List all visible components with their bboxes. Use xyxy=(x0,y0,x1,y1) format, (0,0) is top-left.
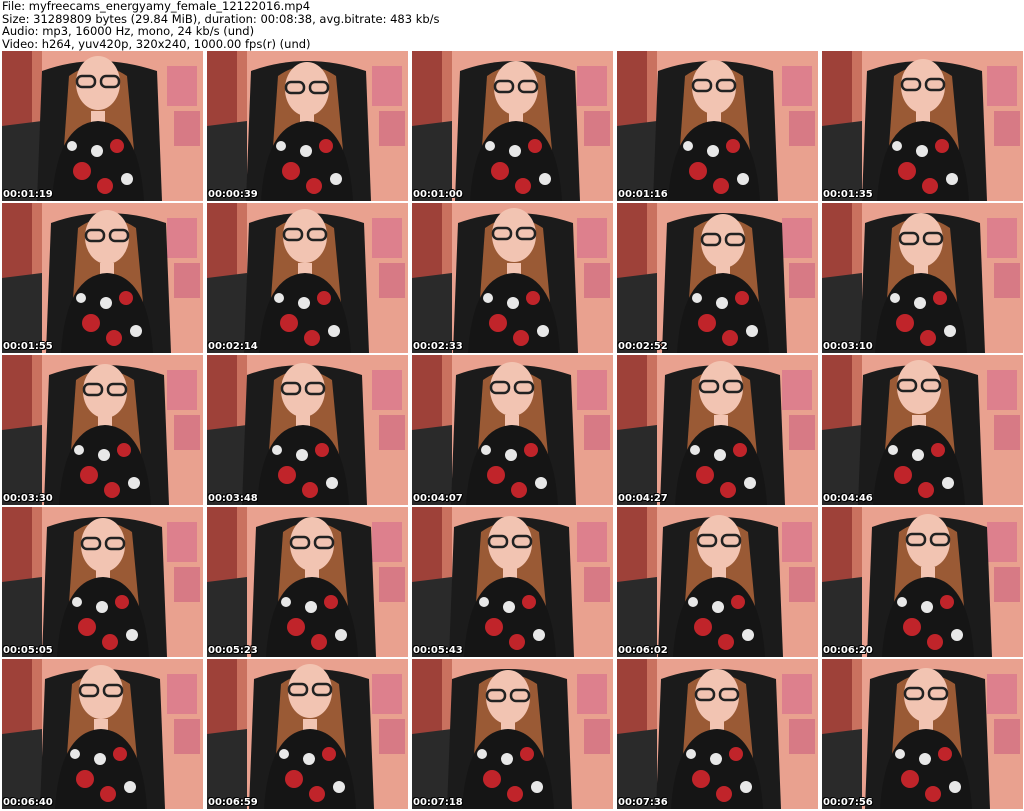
webcam-frame-image xyxy=(412,203,613,353)
webcam-frame-image xyxy=(822,355,1023,505)
webcam-frame-image xyxy=(822,203,1023,353)
frame-timestamp: 00:01:55 xyxy=(3,341,53,352)
video-thumbnail: 00:01:35 xyxy=(822,51,1023,201)
frame-timestamp: 00:06:40 xyxy=(3,797,53,808)
webcam-frame-image xyxy=(2,51,203,201)
webcam-frame-image xyxy=(412,355,613,505)
frame-timestamp: 00:07:56 xyxy=(823,797,873,808)
webcam-frame-image xyxy=(412,51,613,201)
video-thumbnail: 00:07:18 xyxy=(412,659,613,809)
video-thumbnail: 00:05:05 xyxy=(2,507,203,657)
video-thumbnail: 00:02:52 xyxy=(617,203,818,353)
frame-timestamp: 00:07:36 xyxy=(618,797,668,808)
frame-timestamp: 00:03:30 xyxy=(3,493,53,504)
video-thumbnail: 00:02:33 xyxy=(412,203,613,353)
webcam-frame-image xyxy=(617,203,818,353)
frame-timestamp: 00:04:46 xyxy=(823,493,873,504)
webcam-frame-image xyxy=(2,355,203,505)
webcam-frame-image xyxy=(617,507,818,657)
video-thumbnail: 00:04:07 xyxy=(412,355,613,505)
frame-timestamp: 00:00:39 xyxy=(208,189,258,200)
video-thumbnail: 00:03:30 xyxy=(2,355,203,505)
video-thumbnail: 00:01:55 xyxy=(2,203,203,353)
frame-timestamp: 00:02:14 xyxy=(208,341,258,352)
webcam-frame-image xyxy=(2,507,203,657)
frame-timestamp: 00:03:48 xyxy=(208,493,258,504)
webcam-frame-image xyxy=(617,355,818,505)
video-thumbnail: 00:01:16 xyxy=(617,51,818,201)
video-thumbnail: 00:07:36 xyxy=(617,659,818,809)
video-thumbnail: 00:04:46 xyxy=(822,355,1023,505)
webcam-frame-image xyxy=(412,659,613,809)
webcam-frame-image xyxy=(207,355,408,505)
frame-timestamp: 00:04:07 xyxy=(413,493,463,504)
frame-timestamp: 00:06:02 xyxy=(618,645,668,656)
webcam-frame-image xyxy=(207,659,408,809)
thumbnail-grid: 00:01:19 00:00:39 00:01:00 00:01:16 00:01:35… xyxy=(2,51,1023,809)
frame-timestamp: 00:04:27 xyxy=(618,493,668,504)
video-thumbnail: 00:07:56 xyxy=(822,659,1023,809)
webcam-frame-image xyxy=(2,659,203,809)
video-thumbnail: 00:06:20 xyxy=(822,507,1023,657)
frame-timestamp: 00:07:18 xyxy=(413,797,463,808)
file-info-header: File: myfreecams_energyamy_female_121220… xyxy=(2,0,1022,50)
video-thumbnail: 00:06:02 xyxy=(617,507,818,657)
video-thumbnail: 00:01:00 xyxy=(412,51,613,201)
video-thumbnail: 00:05:23 xyxy=(207,507,408,657)
frame-timestamp: 00:03:10 xyxy=(823,341,873,352)
video-info-line: Video: h264, yuv420p, 320x240, 1000.00 f… xyxy=(2,36,311,51)
webcam-frame-image xyxy=(822,659,1023,809)
video-thumbnail: 00:04:27 xyxy=(617,355,818,505)
frame-timestamp: 00:02:52 xyxy=(618,341,668,352)
webcam-frame-image xyxy=(412,507,613,657)
webcam-frame-image xyxy=(617,51,818,201)
video-thumbnail: 00:06:59 xyxy=(207,659,408,809)
video-thumbnail: 00:01:19 xyxy=(2,51,203,201)
video-thumbnail: 00:06:40 xyxy=(2,659,203,809)
frame-timestamp: 00:01:00 xyxy=(413,189,463,200)
frame-timestamp: 00:06:20 xyxy=(823,645,873,656)
webcam-frame-image xyxy=(822,507,1023,657)
webcam-frame-image xyxy=(2,203,203,353)
audio-info-line: Audio: mp3, 16000 Hz, mono, 24 kb/s (und… xyxy=(2,24,255,38)
frame-timestamp: 00:01:16 xyxy=(618,189,668,200)
video-thumbnail: 00:05:43 xyxy=(412,507,613,657)
video-thumbnail: 00:02:14 xyxy=(207,203,408,353)
video-thumbnail: 00:03:10 xyxy=(822,203,1023,353)
file-name-line: File: myfreecams_energyamy_female_121220… xyxy=(2,0,311,13)
frame-timestamp: 00:06:59 xyxy=(208,797,258,808)
frame-timestamp: 00:05:05 xyxy=(3,645,53,656)
webcam-frame-image xyxy=(207,203,408,353)
webcam-frame-image xyxy=(822,51,1023,201)
frame-timestamp: 00:02:33 xyxy=(413,341,463,352)
frame-timestamp: 00:01:35 xyxy=(823,189,873,200)
webcam-frame-image xyxy=(207,507,408,657)
frame-timestamp: 00:05:23 xyxy=(208,645,258,656)
video-thumbnail: 00:03:48 xyxy=(207,355,408,505)
video-thumbnail: 00:00:39 xyxy=(207,51,408,201)
webcam-frame-image xyxy=(207,51,408,201)
webcam-frame-image xyxy=(617,659,818,809)
frame-timestamp: 00:05:43 xyxy=(413,645,463,656)
frame-timestamp: 00:01:19 xyxy=(3,189,53,200)
